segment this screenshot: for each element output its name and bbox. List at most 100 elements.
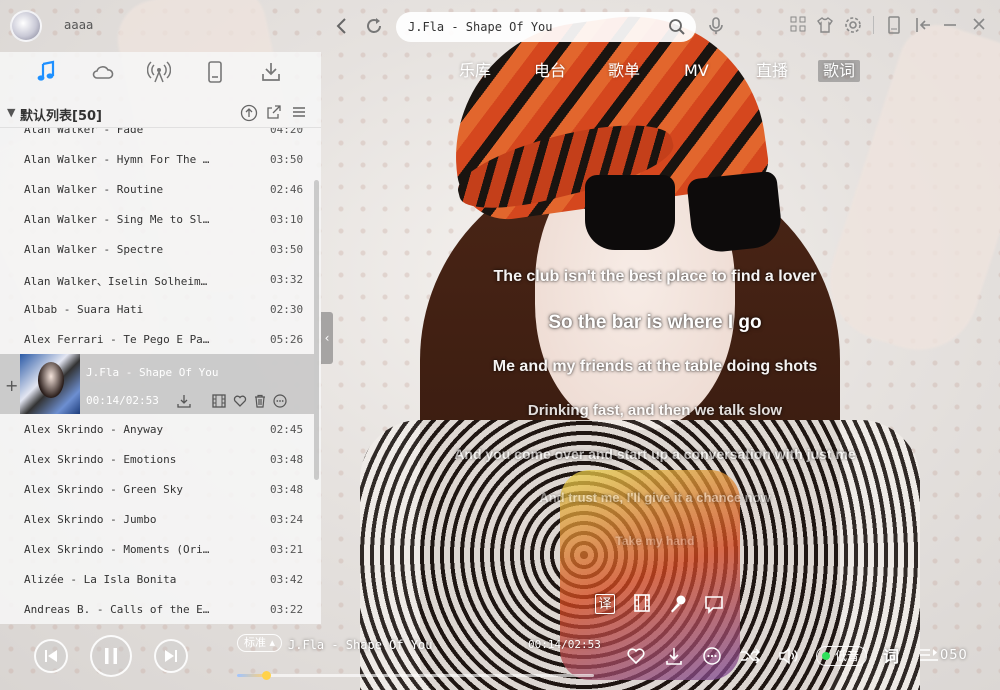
mv-icon[interactable] — [212, 394, 226, 408]
list-item[interactable]: Albab - Suara Hati 02:30 — [0, 294, 314, 324]
lyric-line: And trust me, I'll give it a chance now — [539, 490, 771, 505]
previous-icon — [45, 650, 57, 662]
playlist-panel: ▼ 默认列表[50] Alan Walker - Fade 04:20 Alan… — [0, 52, 321, 624]
list-item[interactable]: Alex Skrindo - Jumbo 03:24 — [0, 504, 314, 534]
pause-button[interactable] — [90, 635, 132, 677]
playlist-queue-icon[interactable] — [918, 646, 940, 668]
list-item[interactable]: Alex Ferrari - Te Pego E Pa… 05:26 — [0, 324, 314, 354]
next-button[interactable] — [154, 639, 188, 673]
list-item[interactable]: Alan Walker - Hymn For The … 03:50 — [0, 144, 314, 174]
list-item[interactable]: Alex Skrindo - Green Sky 03:48 — [0, 474, 314, 504]
cloud-icon[interactable] — [91, 60, 115, 84]
list-item[interactable]: Alex Skrindo - Emotions 03:48 — [0, 444, 314, 474]
list-item[interactable]: Alex Skrindo - Moments (Ori… 03:21 — [0, 534, 314, 564]
comment-icon[interactable] — [704, 594, 724, 614]
settings-gear-icon[interactable] — [843, 16, 863, 36]
song-name: Alex Skrindo - Jumbo — [24, 513, 157, 526]
heart-icon[interactable] — [625, 646, 647, 668]
radio-icon[interactable] — [146, 60, 172, 84]
add-icon[interactable]: + — [5, 376, 18, 395]
now-playing-item[interactable]: + J.Fla - Shape Of You 00:14/02:53 — [0, 354, 314, 414]
list-item[interactable]: Andreas B. - Calls of the E… 03:22 — [0, 594, 314, 624]
mini-mode-icon[interactable] — [884, 16, 904, 36]
search-box[interactable] — [396, 12, 696, 42]
menu-icon[interactable] — [290, 104, 308, 122]
back-icon[interactable] — [332, 16, 352, 36]
avatar[interactable] — [10, 10, 42, 42]
song-name: Alex Skrindo - Emotions — [24, 453, 177, 466]
download-icon[interactable] — [259, 60, 283, 84]
playlist-count[interactable]: 050 — [940, 648, 968, 663]
translate-lyrics-button[interactable]: 译 — [595, 594, 615, 614]
lyric-line: The club isn't the best place to find a … — [493, 268, 817, 285]
song-duration: 05:26 — [270, 333, 304, 346]
karaoke-mic-icon[interactable] — [668, 594, 688, 614]
song-duration: 02:45 — [270, 423, 304, 436]
progress-bar[interactable] — [237, 671, 594, 680]
scrollbar[interactable] — [314, 180, 319, 480]
song-name: Alex Ferrari - Te Pego E Pa… — [24, 333, 210, 346]
list-item[interactable]: Alan Walker - Spectre 03:50 — [0, 234, 314, 264]
tab-playlists[interactable]: 歌单 — [603, 60, 645, 82]
shuffle-icon[interactable] — [739, 646, 761, 668]
now-playing-title[interactable]: J.Fla - Shape Of You — [288, 638, 433, 652]
progress-handle[interactable] — [261, 671, 271, 680]
previous-button[interactable] — [34, 639, 68, 673]
search-input[interactable] — [408, 17, 658, 37]
divider — [873, 16, 874, 34]
close-icon[interactable] — [969, 16, 989, 36]
tab-music-library[interactable]: 乐库 — [454, 60, 496, 82]
song-name: Alex Skrindo - Moments (Ori… — [24, 543, 210, 556]
song-duration: 03:50 — [270, 243, 304, 256]
now-playing-name: J.Fla - Shape Of You — [86, 366, 219, 379]
list-item[interactable]: Alan Walker - Sing Me to Sl… 03:10 — [0, 204, 314, 234]
mv-film-icon[interactable] — [632, 594, 652, 614]
delete-icon[interactable] — [253, 394, 267, 408]
song-duration: 03:50 — [270, 153, 304, 166]
device-icon[interactable] — [203, 60, 227, 84]
playback-time: 00:14/02:53 — [528, 638, 601, 651]
tab-radio[interactable]: 电台 — [529, 60, 571, 82]
list-item[interactable]: Alan Walker、Iselin Solheim… 03:32 — [0, 264, 314, 294]
lyric-line: Me and my friends at the table doing sho… — [492, 358, 818, 375]
desktop-lyrics-button[interactable]: 词 — [880, 646, 902, 668]
skin-icon[interactable] — [815, 16, 835, 36]
download-icon[interactable] — [177, 394, 191, 408]
tab-lyrics[interactable]: 歌词 — [818, 60, 861, 82]
share-icon[interactable] — [265, 104, 283, 122]
lyric-line: And you come over and start up a convers… — [454, 446, 856, 462]
tab-mv[interactable]: MV — [679, 60, 714, 82]
refresh-icon[interactable] — [364, 16, 384, 36]
microphone-icon[interactable] — [706, 16, 726, 36]
panel-tabs — [0, 52, 321, 92]
song-duration: 03:32 — [270, 273, 304, 286]
locate-current-icon[interactable] — [240, 104, 258, 122]
username[interactable]: aaaa — [64, 18, 93, 32]
chevron-down-icon[interactable]: ▼ — [7, 106, 15, 119]
apps-grid-icon[interactable] — [788, 16, 808, 36]
list-item[interactable]: Alan Walker - Fade 04:20 — [0, 128, 314, 144]
now-playing-time: 00:14/02:53 — [86, 394, 159, 407]
quality-selector[interactable]: 标准 ▴ — [237, 634, 283, 652]
heart-icon[interactable] — [233, 394, 247, 408]
song-duration: 02:46 — [270, 183, 304, 196]
dock-icon[interactable] — [913, 16, 933, 36]
more-icon[interactable] — [273, 394, 287, 408]
song-duration: 03:42 — [270, 573, 304, 586]
list-item[interactable]: Alex Skrindo - Anyway 02:45 — [0, 414, 314, 444]
playlist-header[interactable]: ▼ 默认列表[50] — [0, 98, 321, 128]
song-name: Albab - Suara Hati — [24, 303, 144, 316]
tab-live[interactable]: 直播 — [751, 60, 793, 82]
playlist-title[interactable]: 默认列表[50] — [20, 105, 102, 124]
list-item[interactable]: Alan Walker - Routine 02:46 — [0, 174, 314, 204]
search-icon[interactable] — [668, 18, 686, 36]
download-icon[interactable] — [663, 646, 685, 668]
lyric-line: Take my hand — [615, 534, 695, 548]
more-icon[interactable] — [701, 646, 723, 668]
volume-icon[interactable] — [777, 646, 799, 668]
music-note-icon[interactable] — [34, 60, 58, 84]
list-item[interactable]: Alizée - La Isla Bonita 03:42 — [0, 564, 314, 594]
sound-effect-button[interactable]: 低音 — [816, 646, 868, 666]
quality-label: 标准 — [244, 636, 266, 649]
minimize-icon[interactable] — [940, 16, 960, 36]
